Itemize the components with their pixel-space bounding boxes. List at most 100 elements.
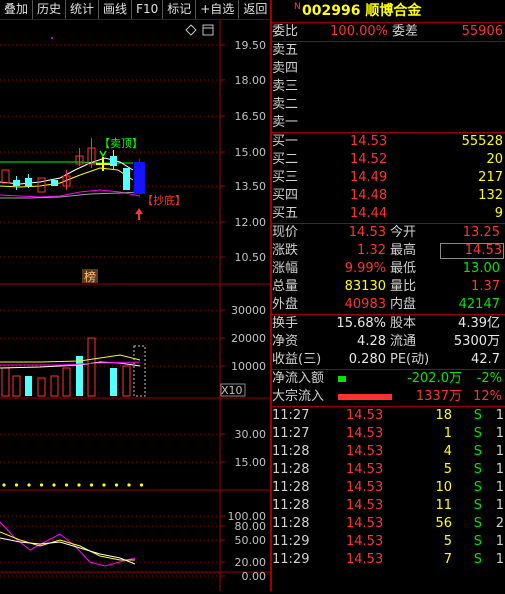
quote.stats1-value: 40983 [344, 297, 386, 312]
axis-label: 15.00 [235, 456, 267, 469]
stock-code: 002996 [302, 3, 361, 19]
quote.sells-label: 卖五 [272, 43, 299, 58]
tick-volume: 11 [435, 498, 452, 513]
tick-row[interactable]: 11:28 14.53 10 S 1 [272, 479, 505, 497]
tick-row[interactable]: 11:27 14.53 1 S 1 [272, 425, 505, 443]
quote.stats2-label: PE(动) [390, 352, 430, 367]
quote.buys-label: 买四 [272, 188, 299, 203]
quote.stats1-label: 现价 [272, 225, 299, 240]
quote.buys-volume: 217 [478, 170, 503, 185]
toolbar-button-6[interactable]: +自选 [196, 0, 240, 19]
toolbar-button-3[interactable]: 画线 [99, 0, 133, 19]
tick-row[interactable]: 11:28 14.53 56 S 2 [272, 515, 505, 533]
indicator-dot [14, 483, 19, 487]
tick-volume: 10 [435, 480, 452, 495]
quote.sells-label: 卖一 [272, 115, 299, 130]
quote.stats1-label: 涨跌 [272, 243, 299, 258]
toolbar-button-1[interactable]: 历史 [33, 0, 67, 19]
axis-label: 12.00 [235, 216, 267, 229]
quote.buys-row: 买五 14.44 9 [272, 205, 505, 223]
indicator-dot [102, 483, 106, 487]
quote.stats1-value: 14.53 [440, 243, 504, 259]
flow-row: 净流入额 -202.0万 -2% [272, 370, 505, 388]
toolbar-button-0[interactable]: 叠加 [0, 0, 34, 19]
diamond-icon[interactable] [185, 24, 197, 36]
quote.stats1-row: 涨幅 9.99% 最低 13.00 [272, 260, 505, 278]
quote.stats1-value: 1.32 [357, 243, 386, 258]
tick-row[interactable]: 11:29 14.53 7 S 1 [272, 551, 505, 569]
kline-chart-svg[interactable]: 19.5018.0016.5015.0013.5012.0010.50 【卖顶】… [0, 20, 270, 591]
quote.buys-price: 14.53 [350, 134, 388, 149]
tick-time: 11:28 [272, 462, 310, 477]
quote.stats1-label: 量比 [390, 279, 417, 294]
tick-list[interactable]: 11:27 14.53 18 S 1 11:27 14.53 1 S 1 11:28 14.53 4 S 1… [272, 407, 505, 569]
quote.stats2-label: 收益(三) [272, 352, 322, 367]
quote.sells-price [350, 60, 410, 78]
quote.buys-volume: 20 [486, 152, 503, 167]
toolbar-button-5[interactable]: 标记 [163, 0, 197, 19]
quote.stats1-value: 83130 [344, 279, 386, 294]
indicator-dot [127, 483, 131, 487]
flow-label: 净流入额 [272, 371, 325, 386]
flow-amount: -202.0万 [407, 371, 462, 386]
window-icon[interactable] [202, 24, 214, 36]
tick-count: 1 [495, 408, 504, 423]
quote.buys-row: 买三 14.49 217 [272, 169, 505, 187]
quote.stats2-label: 股本 [390, 316, 417, 331]
tick-price: 14.53 [346, 408, 384, 423]
quote.stats2-label: 换手 [272, 316, 299, 331]
quote.stats1-value: 13.00 [462, 261, 500, 276]
axis-label: 19.50 [235, 39, 267, 52]
quote-panel: N 002996 顺博合金 委比 100.00% 委差 55906 卖五 卖四 卖三… [272, 0, 505, 591]
quote.sells-price [350, 78, 410, 96]
bang-label[interactable]: 榜 [84, 269, 96, 284]
flow-bar [338, 370, 398, 388]
tick-count: 1 [495, 498, 504, 513]
tick-volume: 5 [443, 534, 452, 549]
flow-bar [338, 388, 398, 406]
quote.sells-label: 卖四 [272, 61, 299, 76]
tick-side: S [473, 444, 482, 459]
toolbar-button-2[interactable]: 统计 [66, 0, 100, 19]
quote.buys-row: 买一 14.53 55528 [272, 133, 505, 151]
quote.stats1-label: 最低 [390, 261, 417, 276]
tick-price: 14.53 [346, 426, 384, 441]
tick-row[interactable]: 11:28 14.53 5 S 1 [272, 461, 505, 479]
quote.buys-row: 买四 14.48 132 [272, 187, 505, 205]
buy-orders: 买一 14.53 55528 买二 14.52 20 买三 14.49 217 买四 14.48 13… [272, 133, 505, 223]
indicator1-dots [2, 483, 144, 487]
toolbar-button-4[interactable]: F10 [132, 0, 164, 19]
axis-label: 15.00 [235, 146, 267, 159]
quote.buys-label: 买一 [272, 134, 299, 149]
quote.sells-price [350, 96, 410, 114]
capital-flow: 净流入额 -202.0万 -2% 大宗流入 1337万 12% [272, 370, 505, 406]
quote.stats1-label: 涨幅 [272, 261, 299, 276]
tick-row[interactable]: 11:28 14.53 4 S 1 [272, 443, 505, 461]
kline-chart-area[interactable]: 19.50 18.00 16.50 15.00 13.50 12.00 10.50 [0, 20, 270, 591]
quote.stats1-row: 涨跌 1.32 最高 14.53 [272, 242, 505, 260]
quote-stats-1: 现价 14.53 今开 13.25 涨跌 1.32 最高 14.53 涨幅 9.99% 最低 13.0… [272, 224, 505, 314]
tick-time: 11:28 [272, 444, 310, 459]
crosshair-marker [96, 150, 110, 171]
tick-row[interactable]: 11:27 14.53 18 S 1 [272, 407, 505, 425]
quote.stats2-value: 5300万 [453, 334, 500, 349]
tick-time: 11:28 [272, 498, 310, 513]
tick-price: 14.53 [346, 480, 384, 495]
tick-price: 14.53 [346, 444, 384, 459]
tick-count: 1 [495, 426, 504, 441]
flow-pct: -2% [476, 371, 502, 386]
quote.stats1-row: 现价 14.53 今开 13.25 [272, 224, 505, 242]
toolbar-button-7[interactable]: 返回 [239, 0, 273, 19]
axis-label: 80.00 [235, 520, 267, 533]
quote.sells-volume [410, 96, 503, 114]
flow-amount: 1337万 [415, 389, 462, 404]
quote.stats1-value: 42147 [458, 297, 500, 312]
quote.stats2-value: 4.39亿 [458, 316, 500, 331]
axis-label: 30.00 [235, 428, 267, 441]
tick-row[interactable]: 11:28 14.53 11 S 1 [272, 497, 505, 515]
tick-row[interactable]: 11:29 14.53 5 S 1 [272, 533, 505, 551]
indicator1-axis: 30.00 15.00 [0, 428, 266, 469]
quote.sells-row: 卖三 [272, 78, 505, 96]
sell-orders: 卖五 卖四 卖三 卖二 卖一 [272, 42, 505, 132]
vol-ma-yellow [0, 354, 141, 363]
